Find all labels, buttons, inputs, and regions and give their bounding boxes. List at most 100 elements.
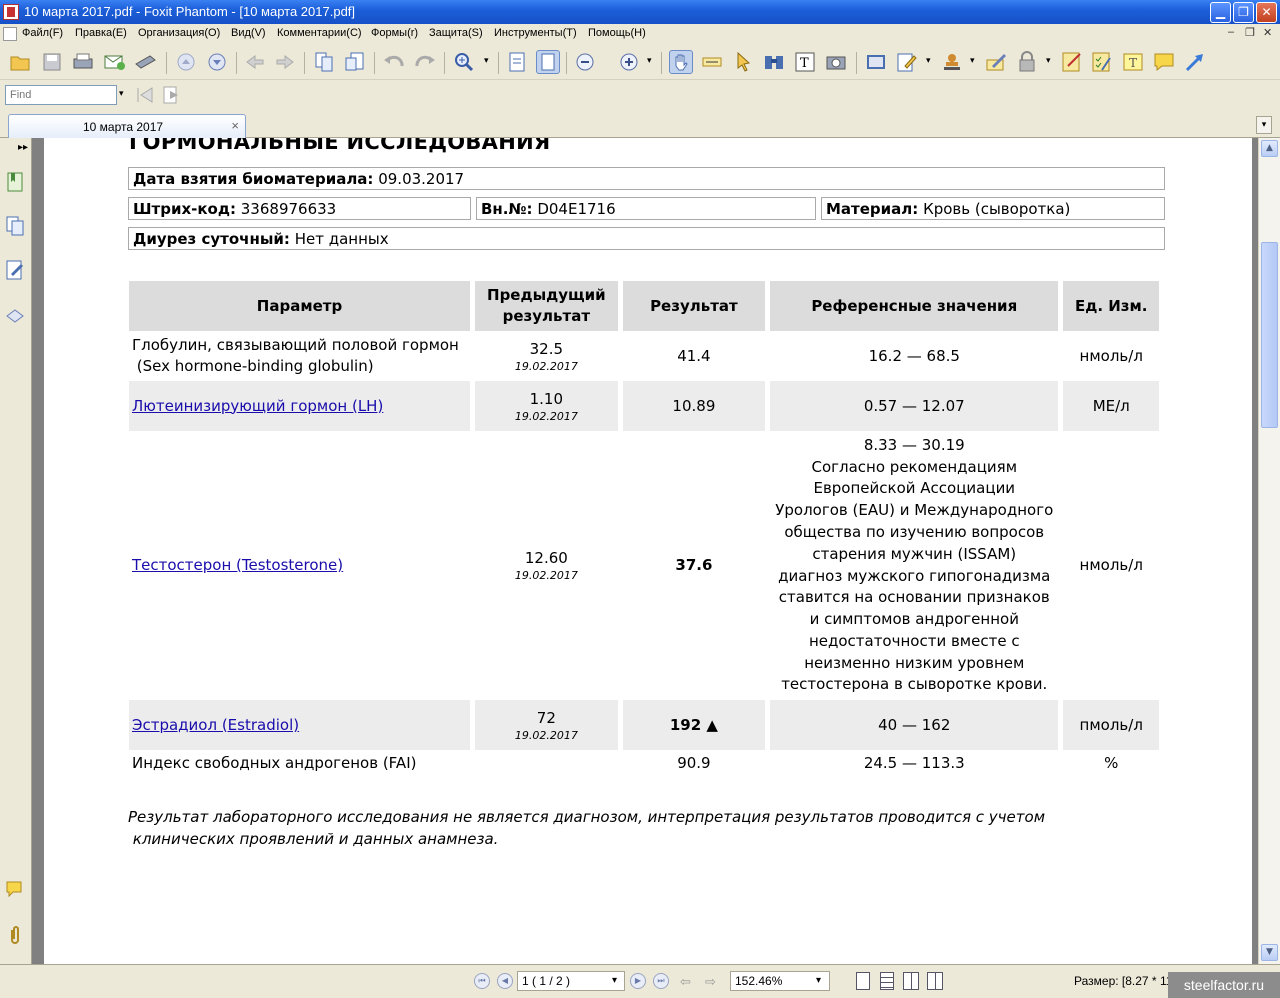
tab-document[interactable]: 10 марта 2017 × (8, 114, 246, 138)
security-dropdown-arrow[interactable]: ▾ (1046, 56, 1051, 66)
close-window-button[interactable]: ✕ (1256, 2, 1277, 23)
prev-result (475, 750, 618, 776)
next-page-status-icon[interactable]: ▶ (630, 973, 646, 989)
print-icon[interactable] (71, 50, 95, 74)
find-input[interactable] (5, 85, 117, 105)
mdi-close-button[interactable]: ✕ (1263, 26, 1272, 39)
security-lock-icon[interactable] (1015, 50, 1039, 74)
find-dropdown-arrow[interactable]: ▾ (119, 89, 124, 99)
back-arrow-icon[interactable] (243, 50, 267, 74)
menu-view[interactable]: Вид(V) (231, 27, 266, 39)
edit-note-icon[interactable] (1060, 50, 1084, 74)
mdi-restore-button[interactable]: ❐ (1245, 26, 1255, 39)
first-page-icon[interactable]: ⏮ (474, 973, 490, 989)
stamp-icon[interactable] (940, 50, 964, 74)
menu-tools[interactable]: Инструменты(T) (494, 27, 577, 39)
tab-close-icon[interactable]: × (231, 118, 239, 133)
page-dropdown-arrow[interactable]: ▾ (612, 975, 617, 986)
document-menu-icon[interactable] (3, 27, 17, 41)
pencil-dropdown-arrow[interactable]: ▾ (926, 56, 931, 66)
menu-organize[interactable]: Организация(O) (138, 27, 220, 39)
status-bar: ⏮ ◀ 1 ( 1 / 2 ) ▾ ▶ ⏭ ⇦ ⇨ 152.46% ▾ Разм… (0, 964, 1280, 998)
menu-protect[interactable]: Защита(S) (429, 27, 483, 39)
svg-text:T: T (800, 56, 809, 71)
zoom-level-dropdown-arrow[interactable]: ▾ (647, 56, 652, 66)
stamp-dropdown-arrow[interactable]: ▾ (970, 56, 975, 66)
bookmarks-icon[interactable] (6, 172, 24, 192)
insert-pages-icon[interactable] (343, 50, 367, 74)
menu-file[interactable]: Файл(F) (22, 27, 63, 39)
zoom-level-status-dropdown[interactable]: ▾ (816, 975, 821, 986)
zoom-out-icon[interactable] (573, 50, 597, 74)
comments-panel-icon[interactable] (6, 880, 24, 900)
param-estradiol-link[interactable]: Эстрадиол (Estradiol) (132, 716, 299, 734)
scroll-thumb[interactable] (1261, 242, 1278, 428)
document-view[interactable]: ГОРМОНАЛЬНЫЕ ИССЛЕДОВАНИЯ Дата взятия би… (32, 138, 1258, 964)
continuous-facing-view-icon[interactable] (927, 972, 943, 990)
menu-edit[interactable]: Правка(E) (75, 27, 127, 39)
form-checklist-icon[interactable] (1090, 50, 1114, 74)
email-icon[interactable] (102, 50, 126, 74)
svg-text:T: T (1129, 56, 1137, 70)
scroll-down-arrow[interactable]: ▼ (1261, 944, 1278, 961)
rectangle-tool-icon[interactable] (864, 50, 888, 74)
prev-page-icon[interactable]: ◀ (497, 973, 513, 989)
scroll-up-arrow[interactable]: ▲ (1261, 140, 1278, 157)
find-previous-icon[interactable] (133, 83, 157, 107)
attachments-paperclip-icon[interactable] (6, 926, 24, 946)
param-lh-link[interactable]: Лютеинизирующий гормон (LH) (132, 397, 383, 415)
param-testosterone-link[interactable]: Тестостерон (Testosterone) (132, 556, 343, 574)
history-back-icon[interactable]: ⇦ (680, 974, 691, 990)
menu-help[interactable]: Помощь(H) (588, 27, 646, 39)
mdi-minimize-button[interactable]: – (1228, 26, 1234, 38)
text-box-icon[interactable]: T (1121, 50, 1145, 74)
select-cursor-icon[interactable] (731, 50, 755, 74)
next-page-icon[interactable] (205, 50, 229, 74)
fit-page-icon[interactable] (536, 50, 560, 74)
forward-arrow-icon[interactable] (273, 50, 297, 74)
zoom-level-field[interactable]: 152.46% (730, 971, 830, 991)
extract-pages-icon[interactable] (312, 50, 336, 74)
actual-size-icon[interactable] (505, 50, 529, 74)
zoom-tool-icon[interactable] (452, 50, 476, 74)
find-next-icon[interactable] (160, 83, 184, 107)
select-text-icon[interactable] (700, 50, 724, 74)
pages-thumbnails-icon[interactable] (6, 216, 24, 236)
param-shbg: Глобулин, связывающий половой гормон (Se… (132, 336, 459, 375)
page-number-field[interactable]: 1 ( 1 / 2 ) (517, 971, 625, 991)
save-icon[interactable] (40, 50, 64, 74)
last-page-icon[interactable]: ⏭ (653, 973, 669, 989)
single-page-view-icon[interactable] (856, 972, 870, 990)
minimize-button[interactable]: ▁ (1210, 2, 1231, 23)
comment-note-icon[interactable] (1152, 50, 1176, 74)
tab-list-dropdown[interactable]: ▾ (1256, 116, 1272, 134)
foxit-app-icon[interactable] (3, 4, 19, 20)
zoom-dropdown-arrow[interactable]: ▾ (484, 56, 489, 66)
redo-icon[interactable] (413, 50, 437, 74)
undo-icon[interactable] (382, 50, 406, 74)
snapshot-camera-icon[interactable] (824, 50, 848, 74)
menu-comments[interactable]: Комментарии(C) (277, 27, 362, 39)
history-forward-icon[interactable]: ⇨ (705, 974, 716, 990)
param-lh: Лютеинизирующий гормон (LH) (129, 381, 470, 431)
open-folder-icon[interactable] (8, 50, 32, 74)
arrow-tool-icon[interactable] (1183, 50, 1207, 74)
layers-edit-icon[interactable] (6, 260, 24, 280)
sign-pen-icon[interactable] (984, 50, 1008, 74)
pencil-edit-icon[interactable] (895, 50, 919, 74)
facing-view-icon[interactable] (903, 972, 919, 990)
expand-panel-icon[interactable]: ▸▸ (18, 142, 28, 153)
scan-icon[interactable] (133, 50, 157, 74)
hand-tool-icon[interactable] (669, 50, 693, 74)
continuous-view-icon[interactable] (880, 972, 894, 990)
zoom-in-icon[interactable] (617, 50, 641, 74)
typewriter-icon[interactable]: T (793, 50, 817, 74)
vertical-scrollbar[interactable]: ▲ ▼ (1258, 138, 1280, 964)
material-label: Материал: (826, 200, 919, 218)
result-value: 90.9 (677, 753, 711, 772)
previous-page-icon[interactable] (174, 50, 198, 74)
maximize-button[interactable]: ❐ (1233, 2, 1254, 23)
signatures-icon[interactable] (6, 304, 24, 324)
find-binoculars-icon[interactable] (762, 50, 786, 74)
menu-forms[interactable]: Формы(r) (371, 27, 418, 39)
